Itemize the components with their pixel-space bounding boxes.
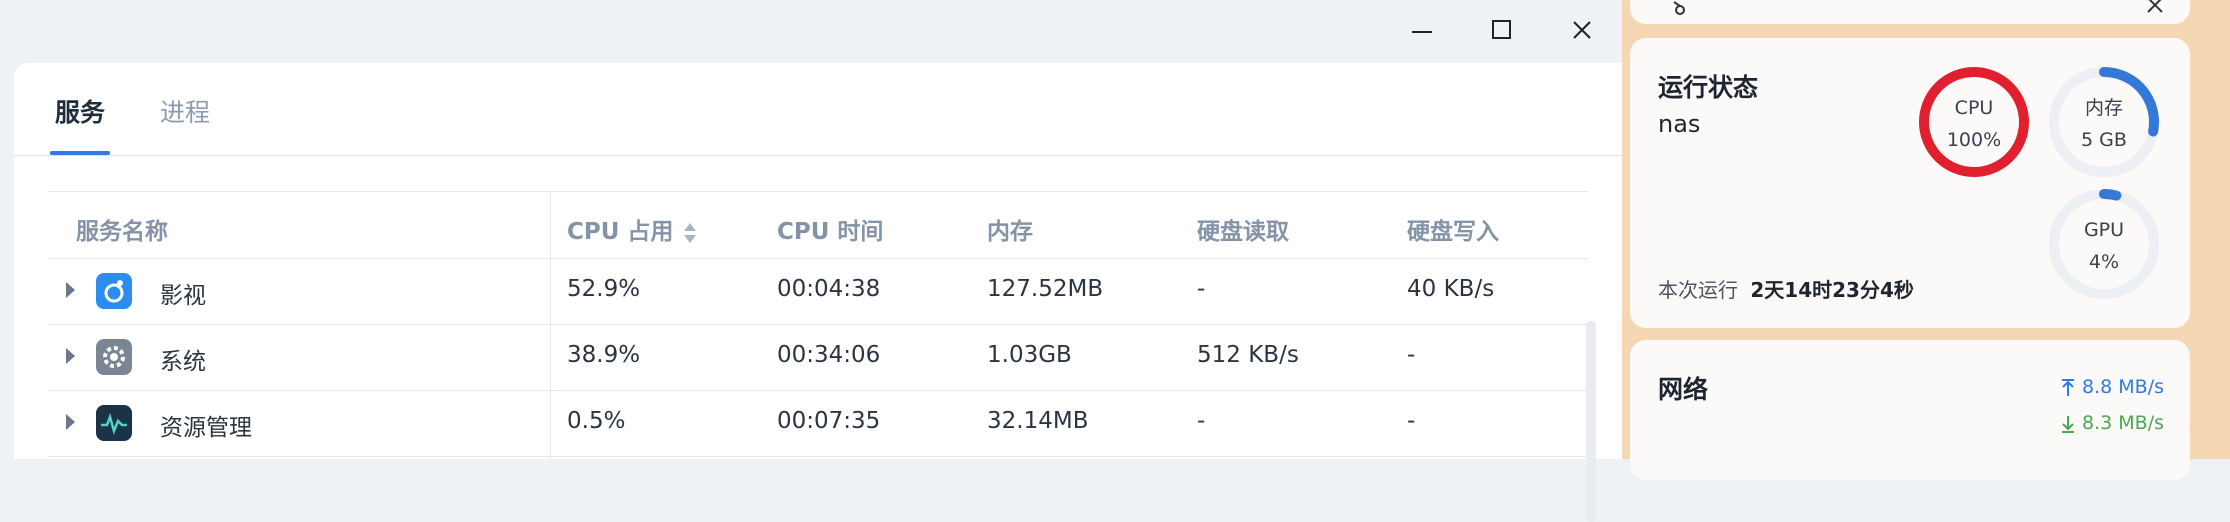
cpu-gauge-value: 100% (1947, 129, 2001, 151)
header-cpu-usage-label: CPU 占用 (567, 219, 674, 245)
top-card (1630, 0, 2190, 24)
memory: 127.52MB (987, 276, 1104, 302)
status-card: 运行状态 nas CPU 100% 内存 5 GB GPU 4% 本次运行 2天… (1630, 38, 2190, 328)
header-service-name[interactable]: 服务名称 (76, 212, 168, 246)
cpu-gauge-label: CPU (1955, 97, 1994, 119)
tab-bar: 服务 进程 (14, 63, 1622, 156)
services-table: 服务名称 CPU 占用 CPU 时间 内存 硬盘读取 硬盘写入 影视 52.9%… (48, 191, 1588, 460)
status-title: 运行状态 (1658, 73, 1759, 102)
memory: 32.14MB (987, 408, 1089, 434)
cpu-usage: 38.9% (567, 342, 641, 368)
memory: 1.03GB (987, 342, 1072, 368)
table-row[interactable]: 系统 38.9% 00:34:06 1.03GB 512 KB/s - (48, 324, 1588, 391)
minimize-icon (1412, 31, 1432, 33)
upload-speed-value: 8.8 MB/s (2082, 376, 2164, 398)
maximize-button[interactable] (1472, 10, 1532, 50)
cpu-time: 00:04:38 (777, 276, 881, 302)
sort-icon (684, 222, 697, 243)
tab-services[interactable]: 服务 (55, 93, 105, 129)
memory-gauge-label: 内存 (2085, 97, 2123, 119)
settings-icon[interactable] (1670, 0, 1690, 18)
disk-read: - (1197, 408, 1206, 434)
cpu-usage: 52.9% (567, 276, 641, 302)
cpu-usage: 0.5% (567, 408, 626, 434)
widget-panel: 运行状态 nas CPU 100% 内存 5 GB GPU 4% 本次运行 2天… (1622, 0, 2230, 480)
main-content: 服务 进程 服务名称 CPU 占用 CPU 时间 内存 硬盘读取 硬盘写入 影视… (14, 63, 1622, 522)
header-disk-read[interactable]: 硬盘读取 (1197, 212, 1289, 246)
table-row[interactable]: 资源管理 0.5% 00:07:35 32.14MB - - (48, 390, 1588, 457)
monitor-app-icon (96, 405, 132, 441)
gear-app-icon (96, 339, 132, 375)
network-card: 网络 8.8 MB/s 8.3 MB/s (1630, 340, 2190, 480)
download-arrow-icon (2061, 415, 2074, 433)
uptime-value: 2天14时23分4秒 (1750, 278, 1914, 302)
video-app-icon (96, 273, 132, 309)
header-cpu-usage[interactable]: CPU 占用 (567, 212, 697, 246)
tab-processes[interactable]: 进程 (160, 93, 210, 129)
resource-monitor-window: 服务 进程 服务名称 CPU 占用 CPU 时间 内存 硬盘读取 硬盘写入 影视… (0, 0, 1622, 522)
cpu-gauge: CPU 100% (1919, 67, 2029, 177)
close-button[interactable] (1552, 10, 1612, 50)
disk-write: 40 KB/s (1407, 276, 1495, 302)
expand-caret-icon[interactable] (66, 348, 75, 364)
uptime-label: 本次运行 (1658, 278, 1738, 302)
expand-caret-icon[interactable] (66, 282, 75, 298)
header-disk-write[interactable]: 硬盘写入 (1407, 212, 1499, 246)
cpu-time: 00:34:06 (777, 342, 881, 368)
close-icon (1573, 21, 1591, 39)
gpu-gauge-value: 4% (2089, 251, 2119, 273)
memory-gauge-value: 5 GB (2081, 129, 2127, 151)
disk-read: - (1197, 276, 1206, 302)
upload-arrow-icon (2061, 378, 2074, 396)
uptime: 本次运行 2天14时23分4秒 (1658, 274, 1914, 303)
header-memory[interactable]: 内存 (987, 212, 1033, 246)
disk-write: - (1407, 408, 1416, 434)
gpu-gauge-label: GPU (2084, 219, 2124, 241)
maximize-icon (1492, 20, 1511, 39)
gpu-gauge: GPU 4% (2049, 189, 2159, 299)
header-cpu-time[interactable]: CPU 时间 (777, 212, 883, 246)
service-name: 资源管理 (160, 415, 252, 441)
disk-write: - (1407, 342, 1416, 368)
network-title: 网络 (1658, 375, 1709, 404)
download-speed-value: 8.3 MB/s (2082, 412, 2164, 434)
minimize-button[interactable] (1392, 10, 1452, 50)
download-speed: 8.3 MB/s (2060, 412, 2164, 434)
active-tab-indicator (50, 151, 110, 155)
service-name: 影视 (160, 283, 206, 309)
disk-read: 512 KB/s (1197, 342, 1299, 368)
table-row[interactable]: 影视 52.9% 00:04:38 127.52MB - 40 KB/s (48, 258, 1588, 325)
cpu-time: 00:07:35 (777, 408, 881, 434)
expand-caret-icon[interactable] (66, 414, 75, 430)
close-widget-icon[interactable] (2144, 0, 2166, 16)
service-name: 系统 (160, 349, 206, 375)
host-name: nas (1658, 110, 1701, 138)
table-header: 服务名称 CPU 占用 CPU 时间 内存 硬盘读取 硬盘写入 (48, 192, 1588, 259)
upload-speed: 8.8 MB/s (2060, 376, 2164, 398)
table-scrollbar[interactable] (1586, 321, 1596, 522)
memory-gauge: 内存 5 GB (2049, 67, 2159, 177)
